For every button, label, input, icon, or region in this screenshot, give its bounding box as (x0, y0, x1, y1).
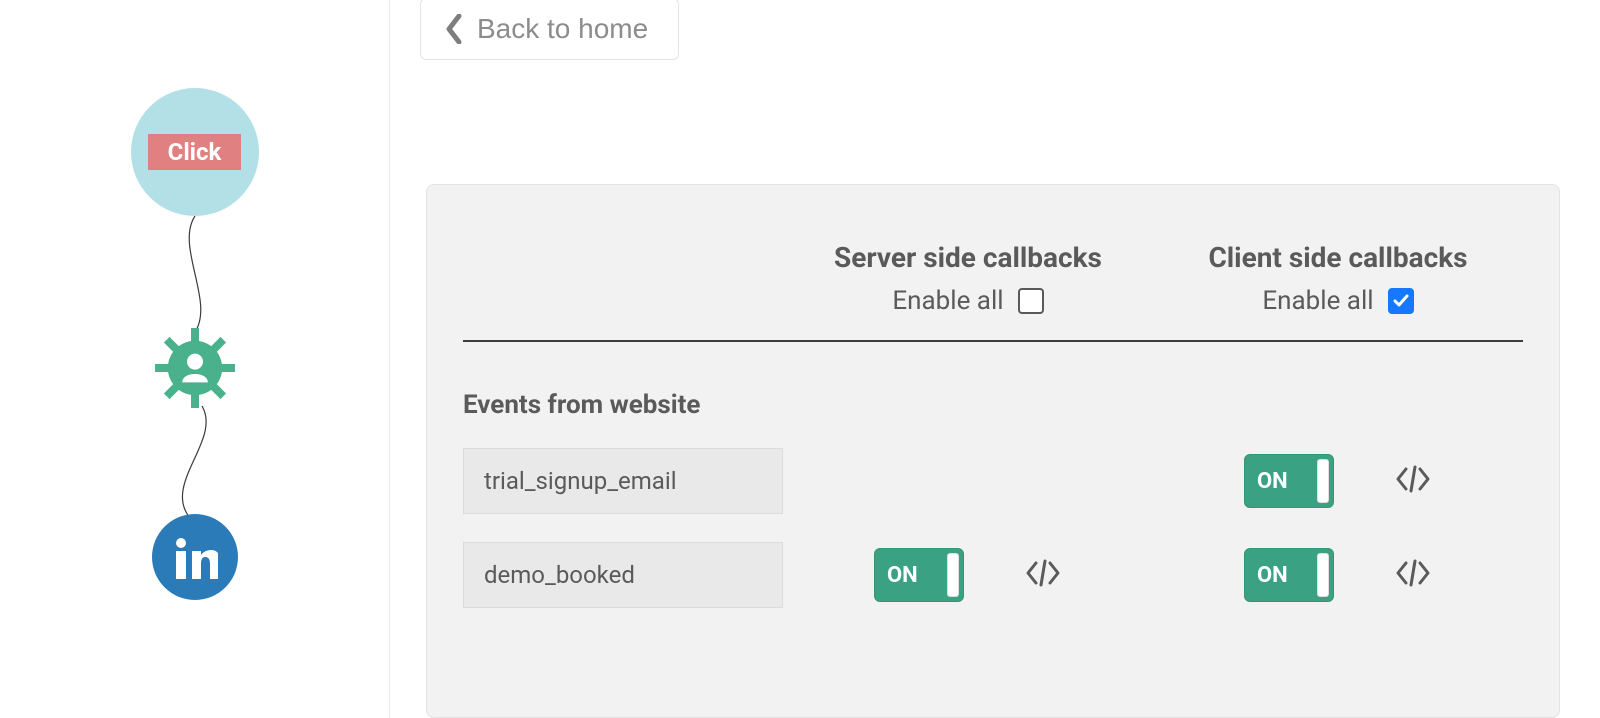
gear-person-icon (155, 328, 235, 408)
pipeline-step-linkedin[interactable] (152, 514, 238, 600)
callbacks-panel: Server side callbacks Enable all Client … (426, 184, 1560, 718)
toggle-label: ON (1257, 563, 1288, 588)
server-column-header: Server side callbacks Enable all (783, 241, 1153, 316)
back-to-home-button[interactable]: Back to home (420, 0, 679, 60)
toggle-switch[interactable]: ON (1244, 548, 1334, 602)
event-client-cell: ON (1153, 454, 1523, 508)
client-column-header: Client side callbacks Enable all (1153, 241, 1523, 316)
click-tag: Click (148, 134, 242, 170)
server-enable-all-checkbox[interactable] (1018, 288, 1044, 314)
check-icon (1392, 292, 1410, 310)
client-enable-all[interactable]: Enable all (1262, 286, 1413, 316)
event-name: demo_booked (463, 542, 783, 608)
toggle-knob (1317, 553, 1329, 597)
server-enable-all[interactable]: Enable all (892, 286, 1043, 316)
client-column-title: Client side callbacks (1153, 241, 1523, 274)
server-enable-all-label: Enable all (892, 286, 1003, 316)
code-icon (1394, 465, 1432, 493)
server-column-title: Server side callbacks (783, 241, 1153, 274)
toggle-label: ON (887, 563, 918, 588)
toggle-knob (1317, 459, 1329, 503)
pipeline-step-process[interactable] (155, 328, 235, 408)
code-icon (1394, 559, 1432, 587)
main-panel: Back to home Server side callbacks Enabl… (390, 0, 1600, 718)
view-code-button[interactable] (1024, 559, 1062, 591)
toggle-knob (947, 553, 959, 597)
event-name: trial_signup_email (463, 448, 783, 514)
client-enable-all-label: Enable all (1262, 286, 1373, 316)
connector-line-icon (165, 216, 225, 332)
event-row: demo_booked ON ON (463, 542, 1523, 608)
toggle-label: ON (1257, 469, 1288, 494)
event-row: trial_signup_email ON (463, 448, 1523, 514)
toggle-switch[interactable]: ON (874, 548, 964, 602)
event-client-cell: ON (1153, 548, 1523, 602)
back-to-home-label: Back to home (477, 13, 648, 45)
linkedin-icon (172, 534, 218, 580)
code-icon (1024, 559, 1062, 587)
view-code-button[interactable] (1394, 559, 1432, 591)
event-server-cell: ON (783, 548, 1153, 602)
view-code-button[interactable] (1394, 465, 1432, 497)
pipeline-step-click[interactable]: Click (131, 88, 259, 216)
columns-header: Server side callbacks Enable all Client … (463, 241, 1523, 342)
events-section-title: Events from website (463, 390, 1523, 420)
toggle-switch[interactable]: ON (1244, 454, 1334, 508)
connector-line-icon (160, 406, 230, 518)
chevron-left-icon (445, 14, 463, 44)
client-enable-all-checkbox[interactable] (1388, 288, 1414, 314)
pipeline-sidebar: Click (0, 0, 390, 718)
